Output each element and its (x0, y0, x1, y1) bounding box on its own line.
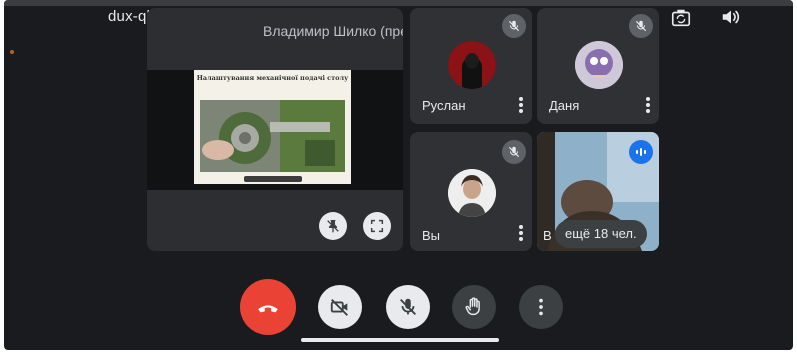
slide-title: Налаштування механічної подачі столу (196, 74, 349, 82)
mic-off-badge (502, 140, 526, 164)
home-indicator[interactable] (301, 338, 499, 342)
slide: Налаштування механічної подачі столу (194, 70, 351, 184)
shared-screen: Налаштування механічної подачі столу (147, 70, 403, 190)
avatar (575, 41, 623, 89)
switch-camera-icon[interactable] (670, 7, 692, 29)
status-strip (4, 0, 793, 6)
avatar (448, 41, 496, 89)
avatar (448, 169, 496, 217)
raise-hand-button[interactable] (452, 285, 496, 329)
participant-tile-danya[interactable]: Даня (537, 8, 659, 124)
participant-name: В (543, 228, 552, 243)
mic-off-icon (635, 20, 647, 32)
more-vert-icon[interactable] (642, 96, 654, 114)
mic-off-badge (502, 14, 526, 38)
indicator-dot (10, 50, 14, 54)
more-vert-icon (539, 298, 543, 316)
end-call-button[interactable] (240, 279, 296, 335)
participant-tile-ruslan[interactable]: Руслан (410, 8, 532, 124)
participant-tile-video[interactable]: В ещё 18 чел. (537, 132, 659, 251)
meet-call-screen: dux-qbut-dzp ▸ Владимир Шилко (презента.… (4, 0, 793, 350)
mic-off-icon (508, 146, 520, 158)
mic-off-icon (400, 298, 416, 315)
fullscreen-button[interactable] (363, 212, 391, 240)
raise-hand-icon (465, 297, 480, 316)
presentation-tile[interactable]: Владимир Шилко (презента... Налаштування… (147, 8, 403, 251)
participant-name: Руслан (422, 98, 466, 113)
video-off-icon (330, 299, 348, 316)
slide-photo (200, 100, 345, 172)
camera-toggle-button[interactable] (318, 285, 362, 329)
audio-level-icon (636, 148, 646, 156)
mic-off-icon (508, 20, 520, 32)
avatar-image (448, 169, 496, 217)
mic-toggle-button[interactable] (386, 285, 430, 329)
participant-name: Вы (422, 228, 441, 243)
unpin-icon (327, 220, 339, 233)
more-options-button[interactable] (519, 285, 563, 329)
avatar-image (448, 41, 496, 89)
participant-name: Даня (549, 98, 580, 113)
more-participants-chip[interactable]: ещё 18 чел. (555, 220, 647, 248)
unpin-button[interactable] (319, 212, 347, 240)
more-vert-icon[interactable] (515, 96, 527, 114)
participant-tile-self[interactable]: Вы (410, 132, 532, 251)
slide-toolbar (244, 176, 302, 182)
avatar-image (575, 41, 623, 89)
more-vert-icon[interactable] (515, 224, 527, 242)
fullscreen-icon (370, 219, 384, 233)
speaking-badge (629, 140, 653, 164)
machine-photo (200, 100, 345, 172)
speaker-icon[interactable] (720, 6, 742, 28)
presenter-name: Владимир Шилко (презента... (263, 23, 403, 39)
mic-off-badge (629, 14, 653, 38)
hang-up-icon (258, 305, 278, 313)
